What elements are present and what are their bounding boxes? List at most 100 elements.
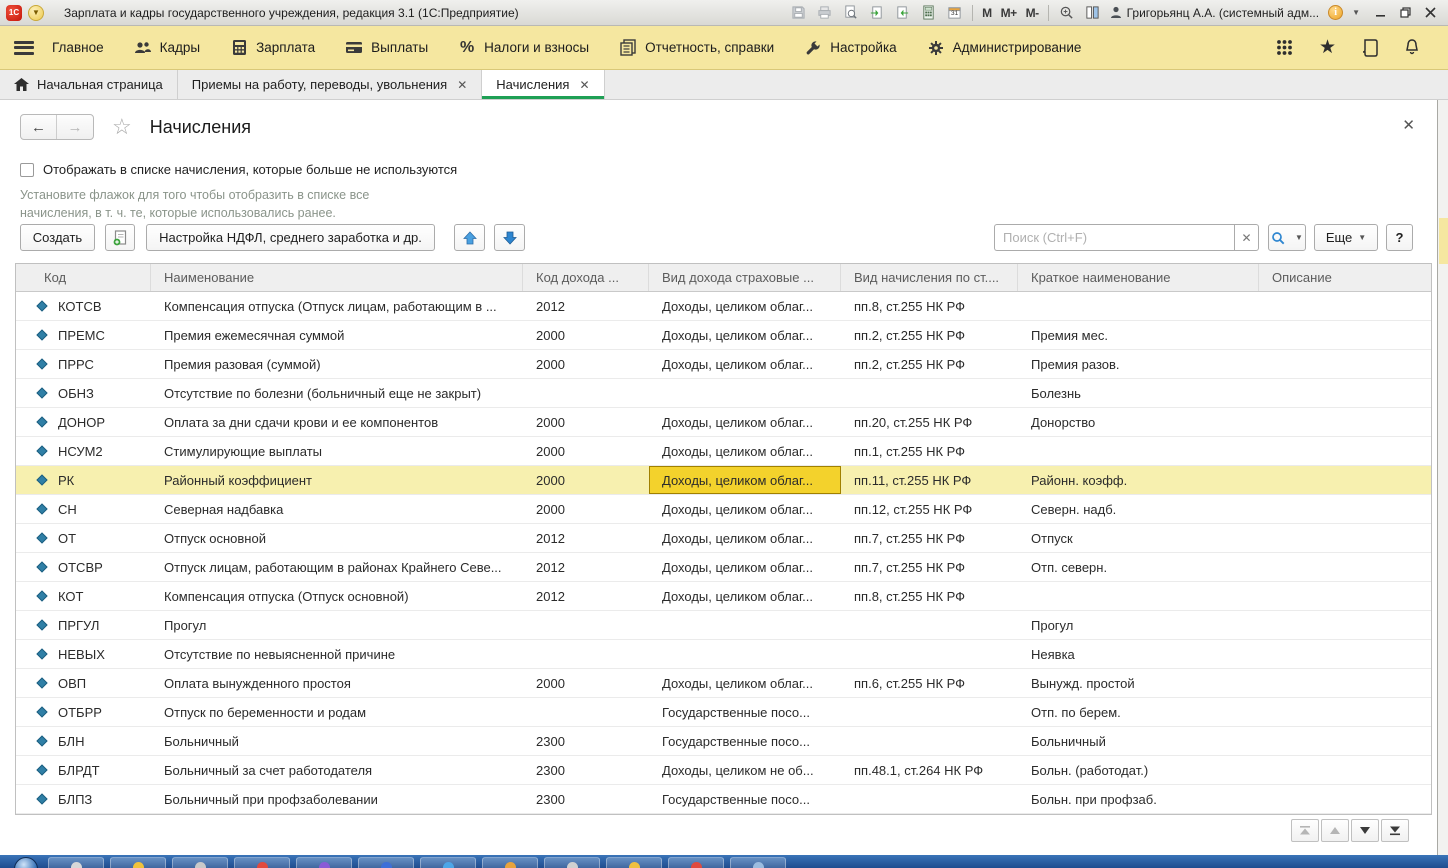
cell-code[interactable]: БЛПЗ: [16, 785, 151, 813]
cell-short_name[interactable]: Отп. северн.: [1018, 553, 1259, 581]
save-icon[interactable]: [790, 4, 807, 21]
cell-description[interactable]: [1259, 785, 1431, 813]
cell-income_code[interactable]: 2000: [523, 437, 649, 465]
move-down-button[interactable]: [494, 224, 525, 251]
search-input[interactable]: [994, 224, 1234, 251]
cell-income_code[interactable]: 2000: [523, 466, 649, 494]
cell-income_code[interactable]: 2012: [523, 582, 649, 610]
cell-income_code[interactable]: 2012: [523, 524, 649, 552]
cell-code[interactable]: ОТ: [16, 524, 151, 552]
cell-name[interactable]: Отсутствие по болезни (больничный еще не…: [151, 379, 523, 407]
cell-accrual_article[interactable]: пп.48.1, ст.264 НК РФ: [841, 756, 1018, 784]
cell-description[interactable]: [1259, 698, 1431, 726]
cell-short_name[interactable]: Неявка: [1018, 640, 1259, 668]
taskbar-app-button[interactable]: [172, 857, 228, 868]
taskbar-app-button[interactable]: [420, 857, 476, 868]
table-row[interactable]: НСУМ2Стимулирующие выплаты2000Доходы, це…: [16, 437, 1431, 466]
cell-short_name[interactable]: Больн. (работодат.): [1018, 756, 1259, 784]
cell-code[interactable]: СН: [16, 495, 151, 523]
cell-code[interactable]: НСУМ2: [16, 437, 151, 465]
cell-short_name[interactable]: Донорство: [1018, 408, 1259, 436]
cell-name[interactable]: Северная надбавка: [151, 495, 523, 523]
table-row[interactable]: ПРРСПремия разовая (суммой)2000Доходы, ц…: [16, 350, 1431, 379]
taskbar-app-button[interactable]: [606, 857, 662, 868]
cell-income_kind[interactable]: Доходы, целиком облаг...: [649, 321, 841, 349]
cell-short_name[interactable]: Районн. коэфф.: [1018, 466, 1259, 494]
cell-accrual_article[interactable]: пп.11, ст.255 НК РФ: [841, 466, 1018, 494]
cell-description[interactable]: [1259, 524, 1431, 552]
create-button[interactable]: Создать: [20, 224, 95, 251]
cell-income_kind[interactable]: Доходы, целиком облаг...: [649, 408, 841, 436]
cell-income_kind[interactable]: Доходы, целиком облаг...: [649, 524, 841, 552]
column-header-name[interactable]: Наименование: [151, 264, 523, 291]
taskbar-app-button[interactable]: [730, 857, 786, 868]
cell-income_kind[interactable]: Государственные посо...: [649, 698, 841, 726]
memory-m-minus-button[interactable]: M-: [1026, 6, 1039, 20]
cell-income_code[interactable]: [523, 611, 649, 639]
cell-income_code[interactable]: 2000: [523, 321, 649, 349]
cell-accrual_article[interactable]: пп.1, ст.255 НК РФ: [841, 437, 1018, 465]
cell-income_code[interactable]: 2012: [523, 292, 649, 320]
cell-name[interactable]: Премия ежемесячная суммой: [151, 321, 523, 349]
history-icon[interactable]: [1362, 39, 1378, 57]
cell-description[interactable]: [1259, 582, 1431, 610]
cell-accrual_article[interactable]: пп.2, ст.255 НК РФ: [841, 350, 1018, 378]
cell-accrual_article[interactable]: пп.7, ст.255 НК РФ: [841, 553, 1018, 581]
cell-name[interactable]: Премия разовая (суммой): [151, 350, 523, 378]
go-to-bottom-button[interactable]: [1381, 819, 1409, 842]
cell-income_code[interactable]: 2300: [523, 785, 649, 813]
cell-code[interactable]: ПРЕМС: [16, 321, 151, 349]
cell-accrual_article[interactable]: [841, 640, 1018, 668]
go-to-top-button[interactable]: [1291, 819, 1319, 842]
cell-accrual_article[interactable]: пп.6, ст.255 НК РФ: [841, 669, 1018, 697]
menu-item-nastroika[interactable]: Настройка: [804, 39, 896, 57]
cell-income_kind[interactable]: Доходы, целиком облаг...: [649, 495, 841, 523]
taskbar-app-button[interactable]: [544, 857, 600, 868]
table-row[interactable]: СНСеверная надбавка2000Доходы, целиком о…: [16, 495, 1431, 524]
cell-name[interactable]: Больничный: [151, 727, 523, 755]
cell-income_code[interactable]: 2000: [523, 495, 649, 523]
menu-item-otchetnost[interactable]: Отчетность, справки: [619, 39, 774, 57]
cell-short_name[interactable]: [1018, 437, 1259, 465]
taskbar-app-button[interactable]: [668, 857, 724, 868]
hamburger-menu-icon[interactable]: [14, 41, 34, 55]
show-unused-checkbox[interactable]: [20, 163, 34, 177]
taskbar-app-button[interactable]: [296, 857, 352, 868]
column-header-income-code[interactable]: Код дохода ...: [523, 264, 649, 291]
cell-name[interactable]: Компенсация отпуска (Отпуск лицам, работ…: [151, 292, 523, 320]
cell-accrual_article[interactable]: пп.8, ст.255 НК РФ: [841, 292, 1018, 320]
cell-income_code[interactable]: 2012: [523, 553, 649, 581]
cell-accrual_article[interactable]: [841, 727, 1018, 755]
cell-short_name[interactable]: Прогул: [1018, 611, 1259, 639]
cell-income_code[interactable]: 2300: [523, 756, 649, 784]
cell-short_name[interactable]: Больн. при профзаб.: [1018, 785, 1259, 813]
cell-short_name[interactable]: Северн. надб.: [1018, 495, 1259, 523]
close-button[interactable]: [1425, 7, 1436, 18]
cell-accrual_article[interactable]: пп.7, ст.255 НК РФ: [841, 524, 1018, 552]
cell-accrual_article[interactable]: [841, 785, 1018, 813]
table-row[interactable]: БЛРДТБольничный за счет работодателя2300…: [16, 756, 1431, 785]
cell-name[interactable]: Прогул: [151, 611, 523, 639]
cell-accrual_article[interactable]: пп.20, ст.255 НК РФ: [841, 408, 1018, 436]
cell-code[interactable]: ОВП: [16, 669, 151, 697]
move-up-button[interactable]: [454, 224, 485, 251]
cell-income_code[interactable]: [523, 379, 649, 407]
ndfl-settings-button[interactable]: Настройка НДФЛ, среднего заработка и др.: [146, 224, 435, 251]
copy-item-button[interactable]: [105, 224, 135, 251]
cell-short_name[interactable]: Болезнь: [1018, 379, 1259, 407]
cell-income_kind[interactable]: Государственные посо...: [649, 785, 841, 813]
cell-short_name[interactable]: Вынужд. простой: [1018, 669, 1259, 697]
taskbar-app-button[interactable]: [358, 857, 414, 868]
save-file-icon[interactable]: [894, 4, 911, 21]
cell-income_kind[interactable]: Доходы, целиком не об...: [649, 756, 841, 784]
memory-m-plus-button[interactable]: M+: [1001, 6, 1017, 20]
forward-button[interactable]: →: [57, 115, 93, 139]
calendar-icon[interactable]: 31: [946, 4, 963, 21]
cell-description[interactable]: [1259, 756, 1431, 784]
search-clear-button[interactable]: ✕: [1234, 224, 1259, 251]
print-icon[interactable]: [816, 4, 833, 21]
help-button[interactable]: ?: [1386, 224, 1413, 251]
tab-close-icon[interactable]: ✕: [457, 78, 467, 92]
menu-item-kadry[interactable]: Кадры: [134, 39, 200, 57]
cell-income_kind[interactable]: Государственные посо...: [649, 727, 841, 755]
